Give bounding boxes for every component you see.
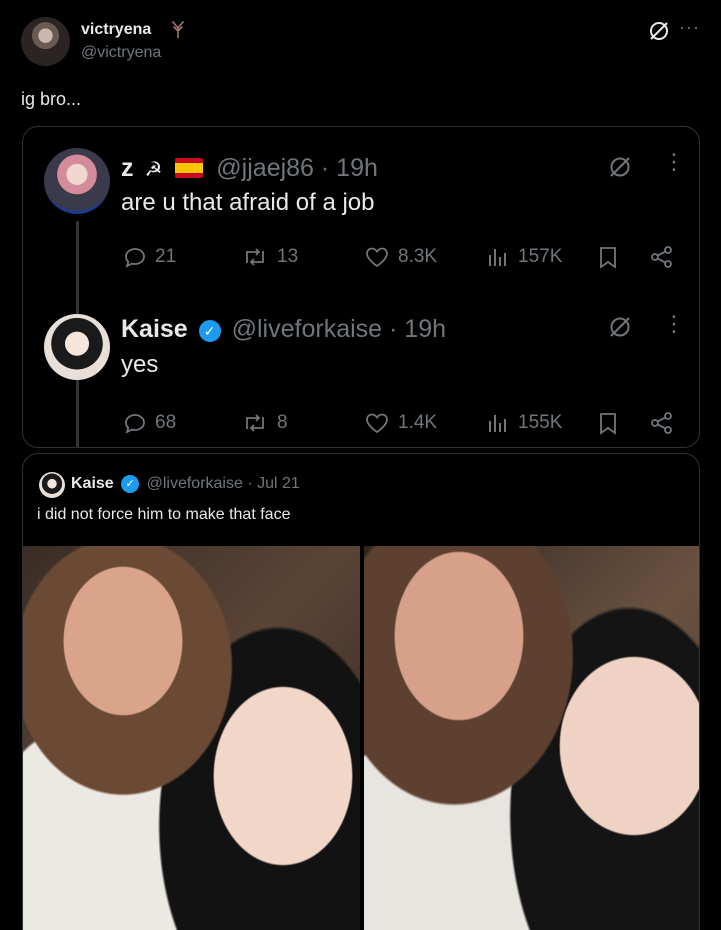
- tweet-1-name[interactable]: z: [121, 154, 134, 182]
- quoted-post-header: Kaise ✓ @liveforkaise · Jul 21: [71, 475, 300, 493]
- bookmark-icon: [600, 247, 616, 269]
- tweet-2-time[interactable]: · 19h: [389, 315, 446, 343]
- tree-icon: [170, 20, 186, 42]
- author-avatar[interactable]: [21, 17, 70, 66]
- more-vertical-icon[interactable]: ⋮: [663, 151, 685, 173]
- heart-icon: [366, 247, 388, 268]
- verified-icon: ✓: [198, 320, 221, 342]
- like-button[interactable]: 1.4K: [364, 411, 437, 435]
- quoted-post-text: i did not force him to make that face: [37, 506, 291, 523]
- tweet-2-header: Kaise ✓ @liveforkaise · 19h: [121, 315, 446, 344]
- quoted-post-name[interactable]: Kaise: [71, 475, 114, 492]
- quoted-post-avatar[interactable]: [39, 472, 65, 498]
- author-handle[interactable]: @victryena: [81, 44, 161, 62]
- repost-button[interactable]: 8: [241, 411, 288, 435]
- repost-icon: [246, 414, 264, 432]
- share-icon: [651, 412, 672, 434]
- reply-icon: [125, 414, 145, 434]
- reply-icon: [125, 248, 145, 268]
- views-button[interactable]: 157K: [486, 245, 562, 269]
- bookmark-icon: [600, 413, 616, 435]
- reply-button[interactable]: 21: [123, 245, 176, 269]
- repost-count: 8: [277, 412, 288, 433]
- more-icon[interactable]: ···: [679, 17, 700, 38]
- quoted-post-handle[interactable]: @liveforkaise: [147, 475, 243, 492]
- photo-right[interactable]: [364, 546, 699, 930]
- tweet-1-handle[interactable]: @jjaej86: [216, 154, 314, 182]
- reply-count: 68: [155, 412, 177, 433]
- quoted-post-date[interactable]: · Jul 21: [247, 475, 299, 492]
- repost-icon: [246, 248, 264, 266]
- post-text: ig bro...: [21, 89, 82, 109]
- tweet-1-actions: 21 13 8.3K 157K: [121, 245, 681, 275]
- author-name[interactable]: victryena: [81, 21, 151, 39]
- grok-icon[interactable]: [648, 20, 670, 47]
- quoted-post-card[interactable]: Kaise ✓ @liveforkaise · Jul 21 i did not…: [22, 453, 700, 930]
- views-count: 157K: [518, 246, 563, 267]
- share-button[interactable]: [649, 411, 683, 435]
- more-vertical-icon[interactable]: ⋮: [663, 313, 685, 335]
- repost-button[interactable]: 13: [241, 245, 298, 269]
- views-icon: [489, 415, 506, 432]
- verified-icon: ✓: [121, 475, 140, 493]
- bookmark-button[interactable]: [597, 245, 627, 269]
- repost-count: 13: [277, 246, 299, 267]
- like-count: 8.3K: [398, 246, 438, 267]
- grok-icon[interactable]: [608, 155, 632, 184]
- reply-count: 21: [155, 246, 177, 267]
- bookmark-button[interactable]: [597, 411, 627, 435]
- share-icon: [651, 246, 672, 268]
- tweet-2-name[interactable]: Kaise: [121, 315, 188, 343]
- grok-icon[interactable]: [608, 315, 632, 344]
- reply-button[interactable]: 68: [123, 411, 176, 435]
- views-count: 155K: [518, 412, 563, 433]
- heart-icon: [366, 413, 388, 434]
- photo-left[interactable]: [23, 546, 360, 930]
- tweet-1-time[interactable]: · 19h: [321, 154, 378, 182]
- like-button[interactable]: 8.3K: [364, 245, 437, 269]
- share-button[interactable]: [649, 245, 683, 269]
- tweet-2-avatar[interactable]: [44, 314, 110, 380]
- tweet-1-text: are u that afraid of a job: [121, 189, 375, 216]
- tweet-2-text: yes: [121, 351, 159, 378]
- views-icon: [489, 249, 506, 266]
- tweet-1-header: z ☭ @jjaej86 · 19h: [121, 154, 378, 183]
- quoted-thread-card[interactable]: z ☭ @jjaej86 · 19h are u that afraid of …: [22, 126, 700, 448]
- tweet-1-avatar[interactable]: [44, 148, 110, 214]
- views-button[interactable]: 155K: [486, 411, 562, 435]
- spain-flag-icon: [175, 158, 204, 178]
- tweet-2-handle[interactable]: @liveforkaise: [232, 315, 382, 343]
- hammer-sickle-icon: ☭: [144, 159, 163, 181]
- tweet-2-actions: 68 8 1.4K 155K: [121, 411, 681, 441]
- like-count: 1.4K: [398, 412, 438, 433]
